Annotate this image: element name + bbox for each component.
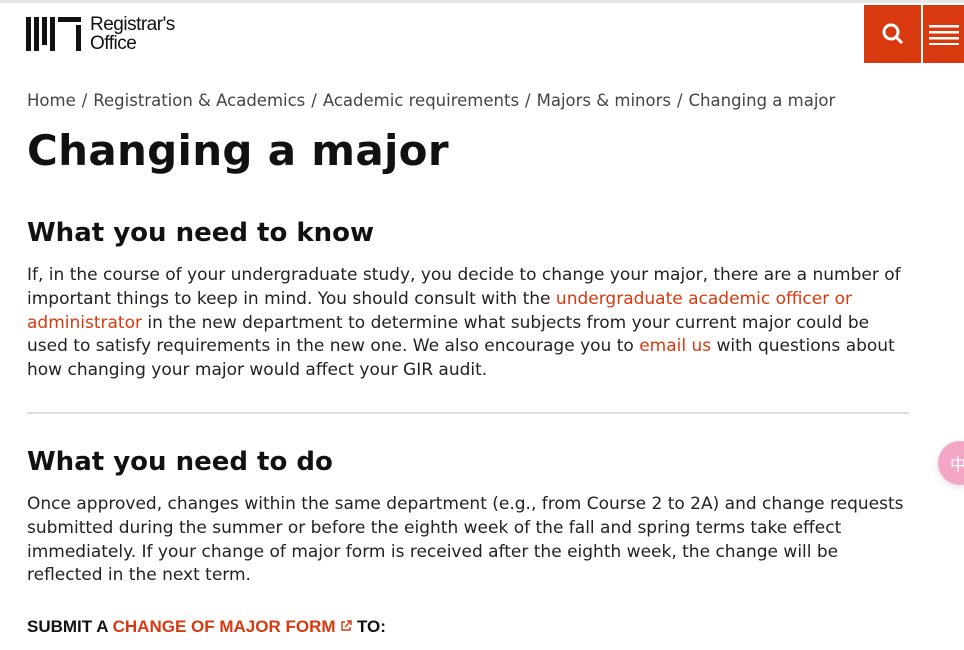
search-button[interactable] [864,5,921,63]
breadcrumb-home[interactable]: Home [27,91,76,110]
logo-text: Registrar's Office [90,15,175,53]
text: SUBMIT A [27,617,113,636]
mit-logo-mark [26,17,81,51]
text: TO: [352,617,386,636]
top-border [0,0,964,3]
search-icon [882,23,903,45]
menu-button[interactable] [923,5,964,63]
breadcrumb-academic-requirements[interactable]: Academic requirements [323,91,519,110]
breadcrumb: Home / Registration & Academics / Academic r… [27,91,836,110]
breadcrumb-majors-minors[interactable]: Majors & minors [537,91,671,110]
link-text: CHANGE OF MAJOR FORM [112,617,336,636]
mit-registrar-logo[interactable]: Registrar's Office [26,15,175,53]
email-us-link[interactable]: email us [639,336,711,356]
logo-text-line2: Office [90,33,137,54]
translate-float-button[interactable]: 中 [938,441,964,485]
section-heading-do: What you need to do [27,447,333,477]
external-link-icon [341,620,352,631]
change-of-major-form-link[interactable]: CHANGE OF MAJOR FORM [113,617,353,636]
section-heading-know: What you need to know [27,218,375,248]
divider [27,412,909,414]
submit-instruction: SUBMIT A CHANGE OF MAJOR FORM TO: [27,617,386,637]
logo-text-line1: Registrar's [90,14,175,35]
hamburger-icon [928,25,959,45]
page-title: Changing a major [27,126,449,175]
breadcrumb-registration[interactable]: Registration & Academics [93,91,305,110]
section-text-know: If, in the course of your undergraduate … [27,264,907,383]
breadcrumb-current: Changing a major [688,91,836,110]
section-text-do: Once approved, changes within the same d… [27,494,904,586]
